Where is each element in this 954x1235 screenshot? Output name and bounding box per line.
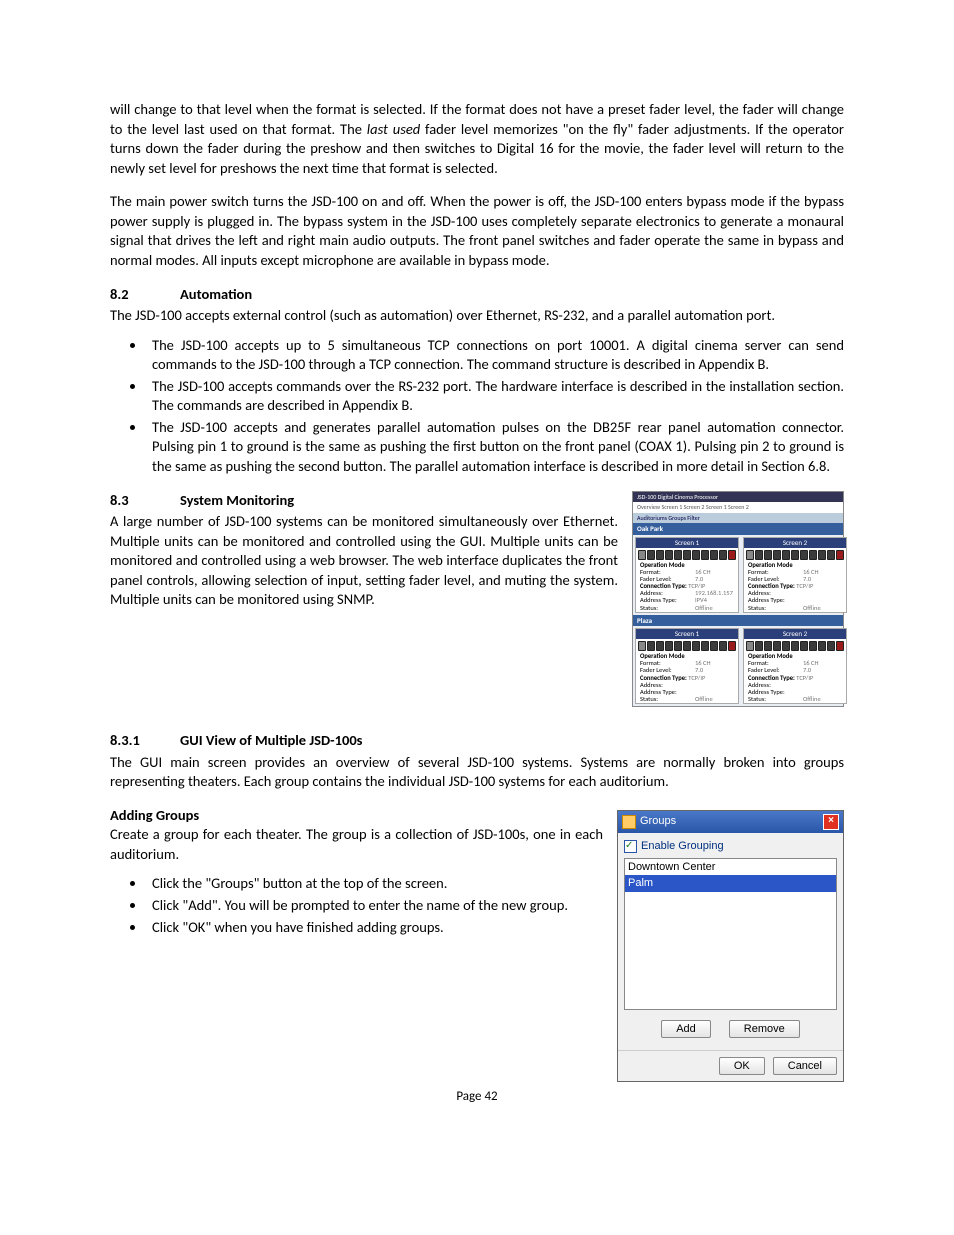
heading-title: Automation — [180, 285, 252, 303]
fig1-format-buttons — [636, 639, 738, 653]
fig1-window-title: JSD-100 Digital Cinema Processor — [633, 492, 843, 503]
list-item: The JSD-100 accepts up to 5 simultaneous… — [146, 336, 844, 375]
label: Status: — [748, 696, 803, 703]
fig1-screen-title: Screen 2 — [744, 538, 846, 548]
body-paragraph: The JSD-100 accepts external control (su… — [110, 306, 844, 326]
body-paragraph: will change to that level when the forma… — [110, 100, 844, 178]
fig1-tabs: Overview Screen 1 Screen 2 Screen 1 Scre… — [633, 502, 843, 513]
value: Offline — [803, 604, 821, 612]
section-heading: 8.2Automation — [110, 285, 844, 305]
fig1-screen-panel: Screen 2 Operation Mode Format:16 CH Fad… — [743, 537, 847, 613]
checkbox-icon — [624, 840, 637, 853]
enable-grouping-checkbox[interactable]: Enable Grouping — [624, 839, 837, 854]
checkbox-label: Enable Grouping — [641, 839, 724, 854]
groups-dialog-figure: Groups × Enable Grouping Downtown Center… — [617, 810, 844, 1082]
list-item: The JSD-100 accepts commands over the RS… — [146, 377, 844, 416]
bullet-list: Click the "Groups" button at the top of … — [110, 874, 626, 937]
fig1-screen-title: Screen 1 — [636, 538, 738, 548]
body-paragraph: The main power switch turns the JSD-100 … — [110, 192, 844, 270]
fig1-group-header: Plaza — [633, 615, 843, 627]
label: Status: — [640, 605, 695, 612]
fig1-screen-title: Screen 1 — [636, 629, 738, 639]
fig1-screen-panel: Screen 2 Operation Mode Format:16 CH Fad… — [743, 628, 847, 704]
dialog-title: Groups — [640, 814, 676, 829]
heading-number: 8.2 — [110, 285, 180, 305]
heading-title: System Monitoring — [180, 491, 294, 509]
heading-number: 8.3.1 — [110, 731, 180, 751]
label: Status: — [640, 696, 695, 703]
dialog-titlebar: Groups × — [618, 811, 843, 833]
value: Offline — [695, 695, 713, 703]
text-italic: last used — [367, 120, 420, 138]
list-item: Click "Add". You will be prompted to ent… — [146, 896, 626, 916]
fig1-screen-title: Screen 2 — [744, 629, 846, 639]
fig1-format-buttons — [744, 639, 846, 653]
value: TCP/IP — [796, 582, 813, 590]
add-button[interactable]: Add — [661, 1020, 711, 1038]
fig1-screen-panel: Screen 1 Operation Mode Format:16 CH Fad… — [635, 537, 739, 613]
list-item: Click "OK" when you have finished adding… — [146, 918, 626, 938]
cancel-button[interactable]: Cancel — [773, 1057, 837, 1075]
fig1-format-buttons — [636, 548, 738, 562]
groups-icon — [622, 815, 636, 829]
fig1-format-buttons — [744, 548, 846, 562]
value: TCP/IP — [688, 674, 705, 682]
value: Offline — [803, 695, 821, 703]
page-footer: Page 42 — [110, 1088, 844, 1106]
list-item: Click the "Groups" button at the top of … — [146, 874, 626, 894]
body-paragraph: The GUI main screen provides an overview… — [110, 753, 844, 792]
fig1-group-header: Oak Park — [633, 523, 843, 535]
label: Status: — [748, 605, 803, 612]
list-item: The JSD-100 accepts and generates parall… — [146, 418, 844, 477]
fig1-toolbar: Auditoriums Groups Filter — [633, 513, 843, 524]
ok-button[interactable]: OK — [719, 1057, 765, 1075]
heading-number: 8.3 — [110, 491, 180, 511]
close-icon[interactable]: × — [823, 814, 839, 830]
fig1-screen-panel: Screen 1 Operation Mode Format:16 CH Fad… — [635, 628, 739, 704]
value: TCP/IP — [796, 674, 813, 682]
remove-button[interactable]: Remove — [729, 1020, 800, 1038]
bullet-list: The JSD-100 accepts up to 5 simultaneous… — [110, 336, 844, 477]
groups-listbox[interactable]: Downtown Center Palm — [624, 858, 837, 1010]
list-item[interactable]: Palm — [625, 875, 836, 892]
subsection-heading: 8.3.1GUI View of Multiple JSD-100s — [110, 731, 844, 751]
gui-overview-figure: JSD-100 Digital Cinema Processor Overvie… — [632, 491, 844, 708]
heading-title: GUI View of Multiple JSD-100s — [180, 731, 362, 749]
list-item[interactable]: Downtown Center — [625, 859, 836, 876]
value: Offline — [695, 604, 713, 612]
